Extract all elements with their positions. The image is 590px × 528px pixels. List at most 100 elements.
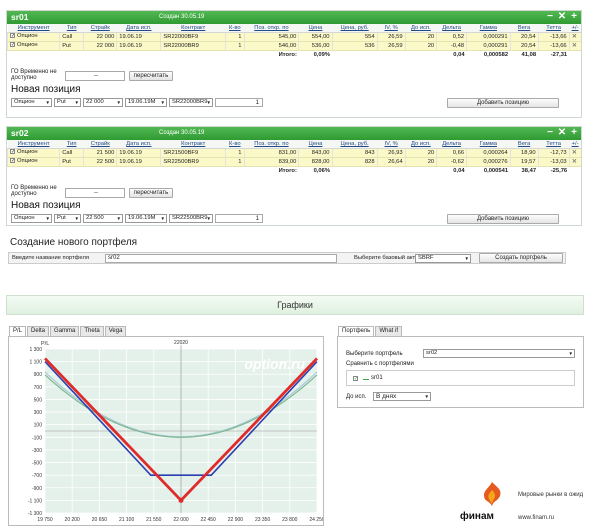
column-header[interactable]: Тетта — [538, 140, 570, 149]
new-type-select[interactable]: Опцион — [11, 214, 52, 223]
portfolio-name-input[interactable]: sr02 — [105, 254, 337, 263]
column-header[interactable]: К-во — [225, 140, 245, 149]
tab-gamma[interactable]: Gamma — [50, 326, 80, 336]
delete-row-icon[interactable]: ✕ — [568, 41, 581, 51]
table-row[interactable]: ✓ Опцион Put 22 500 19.06.19 SR22500BR9 1 839,0… — [6, 157, 581, 167]
table-row[interactable]: ✓ Опцион Call 22 000 19.06.19 SR22000BF9 1 545,… — [6, 32, 581, 42]
column-header[interactable]: Цена, руб. — [332, 24, 378, 33]
delete-row-icon[interactable]: ✕ — [568, 157, 581, 167]
choose-portfolio-select[interactable]: sr02 — [423, 349, 575, 358]
new-exp-select[interactable]: 19.06.19М — [125, 98, 167, 107]
row-checkbox[interactable]: ✓ — [10, 42, 15, 48]
total-empty — [83, 50, 117, 59]
tab-theta[interactable]: Theta — [80, 326, 104, 336]
column-header[interactable]: Контракт — [160, 140, 226, 149]
column-header[interactable]: Инструмент — [7, 140, 60, 149]
column-header[interactable]: Дата исп. — [116, 24, 161, 33]
new-strike-select[interactable]: 22 500 — [83, 214, 123, 223]
table-header: Инструмент Тип Страйк Дата исп. Контракт К-во… — [7, 140, 581, 149]
total-gamma: 0,000541 — [466, 166, 511, 175]
finam-tagline: Мировые рынки в ожид — [518, 492, 584, 498]
new-contract-select[interactable]: SR22000BR9 — [169, 98, 213, 107]
column-header[interactable]: Гамма — [466, 140, 511, 149]
delete-row-icon[interactable]: ✕ — [568, 148, 581, 158]
new-kind-select[interactable]: Put — [54, 214, 81, 223]
new-strike-select[interactable]: 22 000 — [83, 98, 123, 107]
tab-pl[interactable]: P/L — [9, 326, 27, 336]
base-asset-select[interactable]: SBRF — [415, 254, 471, 263]
until-select[interactable]: В днях — [373, 392, 431, 401]
column-header[interactable]: IV, % — [377, 140, 406, 149]
new-exp-select[interactable]: 19.06.19М — [125, 214, 167, 223]
column-header[interactable]: Тетта — [538, 24, 570, 33]
create-portfolio-button[interactable]: Создать портфель — [479, 253, 563, 263]
column-header[interactable]: Цена — [298, 24, 333, 33]
go-value-field[interactable]: -- — [65, 71, 125, 81]
column-header[interactable]: До исп. — [405, 24, 437, 33]
new-type-select[interactable]: Опцион — [11, 98, 52, 107]
compare-list: ✓ sr01 — [346, 370, 575, 386]
total-empty — [59, 50, 84, 59]
minimize-icon[interactable]: − — [545, 11, 555, 23]
column-header[interactable]: Поз. откр. по — [244, 140, 299, 149]
total-empty — [59, 166, 84, 175]
cell-vega: 20,54 — [509, 41, 539, 51]
column-header[interactable]: Инструмент — [7, 24, 60, 33]
column-header[interactable]: +/- — [569, 140, 581, 149]
tab-delta[interactable]: Delta — [27, 326, 50, 336]
column-header[interactable]: Дата исп. — [116, 140, 161, 149]
recalculate-button[interactable]: пересчитать — [129, 71, 173, 81]
cell-open: 831,00 — [243, 148, 299, 158]
total-empty — [377, 166, 406, 175]
column-header[interactable]: Цена, руб. — [332, 140, 378, 149]
add-position-button[interactable]: Добавить позицию — [447, 214, 559, 224]
plus-icon[interactable]: + — [569, 127, 579, 139]
column-header[interactable]: Контракт — [160, 24, 226, 33]
column-header[interactable]: Гамма — [466, 24, 511, 33]
column-header[interactable]: Вега — [510, 140, 539, 149]
cell-days: 20 — [404, 157, 437, 167]
column-header[interactable]: Страйк — [83, 140, 117, 149]
column-header[interactable]: Страйк — [83, 24, 117, 33]
column-header[interactable]: IV, % — [377, 24, 406, 33]
minimize-icon[interactable]: − — [545, 127, 555, 139]
portfolio-header: sr02 Создан 30.05.19 − ✕ + — [7, 127, 581, 140]
tab-vega[interactable]: Vega — [104, 326, 127, 336]
recalculate-button[interactable]: пересчитать — [129, 188, 173, 198]
row-checkbox[interactable]: ✓ — [10, 149, 15, 155]
delete-row-icon[interactable]: ✕ — [568, 32, 581, 42]
total-empty — [569, 166, 581, 175]
column-header[interactable]: Цена — [298, 140, 333, 149]
new-contract-select[interactable]: SR22500BR9 — [169, 214, 213, 223]
row-checkbox[interactable]: ✓ — [10, 33, 15, 39]
go-value-field[interactable]: -- — [65, 188, 125, 198]
row-checkbox[interactable]: ✓ — [10, 158, 15, 164]
column-header[interactable]: Вега — [510, 24, 539, 33]
column-header[interactable]: Тип — [59, 140, 84, 149]
total-vega: 41,08 — [510, 50, 539, 59]
cell-iv: 26,93 — [376, 148, 406, 158]
compare-checkbox[interactable]: ✓ — [353, 375, 360, 382]
plus-icon[interactable]: + — [569, 11, 579, 23]
table-row[interactable]: ✓ Опцион Call 21 500 19.06.19 SR21500BF9 1 831,… — [6, 148, 581, 158]
total-pct: 0,09% — [298, 50, 333, 59]
total-empty — [160, 166, 226, 175]
column-header[interactable]: Поз. откр. по — [244, 24, 299, 33]
column-header[interactable]: К-во — [225, 24, 245, 33]
add-position-button[interactable]: Добавить позицию — [447, 98, 559, 108]
new-qty-field[interactable]: 1 — [215, 98, 263, 107]
column-header[interactable]: Тип — [59, 24, 84, 33]
x-tick-label: 20 200 — [65, 517, 81, 523]
column-header[interactable]: Дельта — [436, 24, 467, 33]
table-row[interactable]: ✓ Опцион Put 22 000 19.06.19 SR22000BR9 1 546,0… — [6, 41, 581, 51]
tab-portfolio[interactable]: Портфель — [338, 326, 375, 336]
close-icon[interactable]: ✕ — [557, 127, 567, 139]
column-header[interactable]: Дельта — [436, 140, 467, 149]
new-kind-select[interactable]: Put — [54, 98, 81, 107]
new-qty-field[interactable]: 1 — [215, 214, 263, 223]
column-header[interactable]: До исп. — [405, 140, 437, 149]
cell-text: Опцион — [17, 42, 38, 49]
close-icon[interactable]: ✕ — [557, 11, 567, 23]
tab-what-if[interactable]: What if — [375, 326, 402, 336]
column-header[interactable]: +/- — [569, 24, 581, 33]
